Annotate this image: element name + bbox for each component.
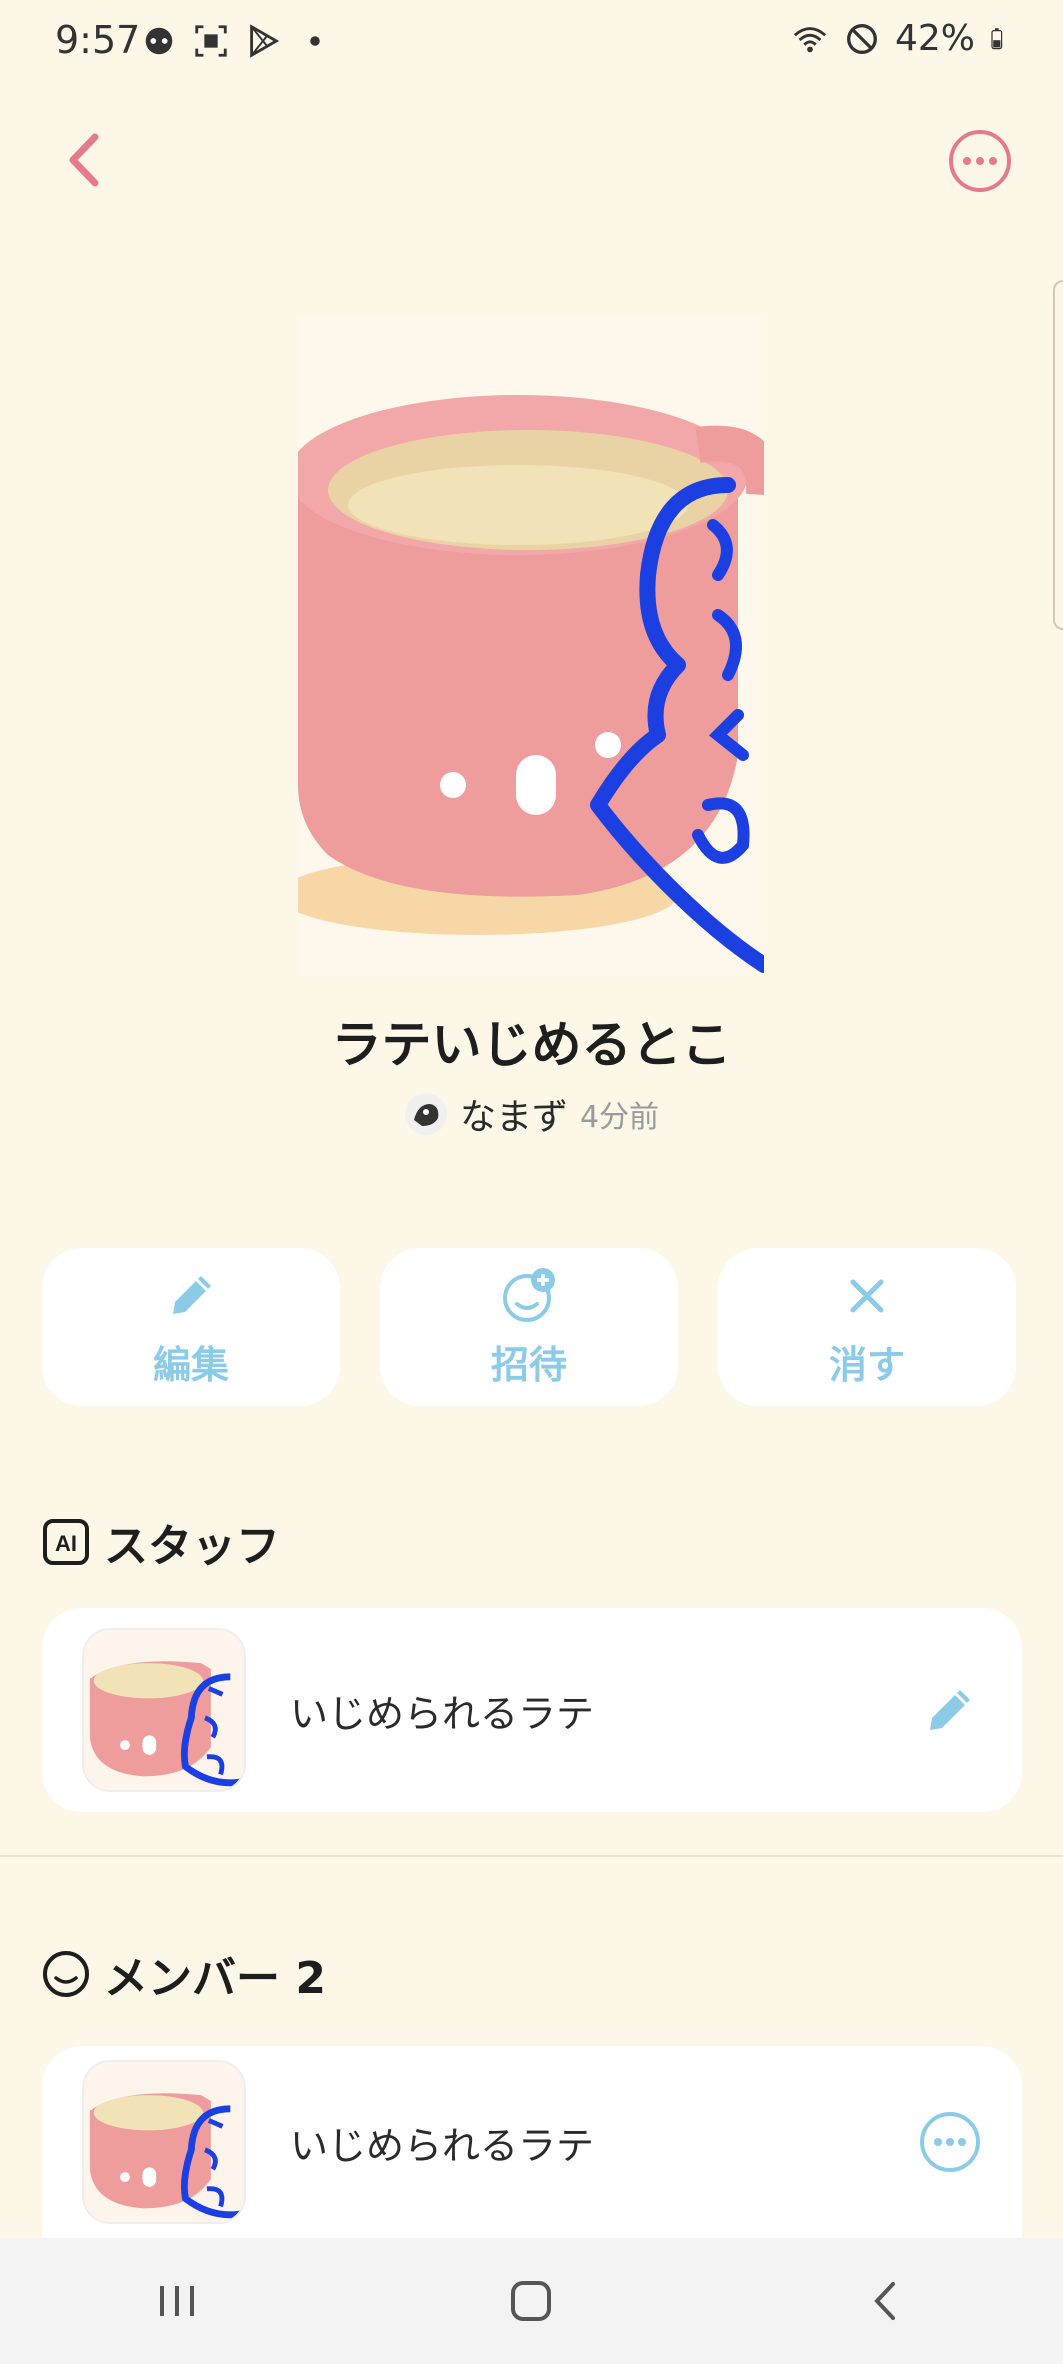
staff-edit-button[interactable] [918,1678,982,1742]
action-buttons: 編集 招待 消す [42,1248,1022,1406]
back-button[interactable] [55,125,115,195]
system-back-button[interactable] [846,2261,926,2341]
home-icon [511,2281,552,2321]
member-more-button[interactable] [918,2110,982,2174]
invite-label: 招待 [490,1342,567,1387]
play-store-icon [250,24,280,58]
battery-percent: 42% [894,18,975,59]
status-icons-left [140,22,334,60]
edit-button[interactable]: 編集 [42,1248,340,1406]
smiley-icon [43,1951,89,1997]
chat-bubble-icon [145,27,173,55]
owner-row: なまず 4分前 [0,1088,1063,1140]
screenshot-icon [195,25,227,57]
do-not-disturb-icon [847,23,877,54]
section-divider [0,1855,1063,1857]
staff-name: いじめられるラテ [290,1691,595,1736]
chat-title: ラテいじめるとこ [331,1016,732,1074]
close-icon [850,1279,884,1312]
owner-timestamp: 4分前 [579,1100,660,1135]
member-avatar [82,2060,246,2224]
status-time: 9:57 [55,18,141,62]
staff-section-title: スタッフ [104,1521,280,1572]
staff-section-header: AI スタッフ [42,1510,280,1574]
scrollbar[interactable] [1053,280,1063,630]
staff-avatar [82,1628,246,1792]
status-bar: 9:57 42% [0,0,1063,90]
wifi-icon [793,26,827,52]
edit-label: 編集 [152,1342,229,1387]
home-button[interactable] [491,2261,571,2341]
members-section-title: メンバー 2 [104,1953,326,2004]
member-name: いじめられるラテ [290,2123,595,2168]
owner-name: なまず [459,1097,568,1138]
owner-avatar [404,1093,447,1135]
dot-icon [310,36,320,46]
delete-button[interactable]: 消す [718,1248,1016,1406]
more-options-button[interactable] [947,128,1013,194]
pencil-icon [173,1275,211,1314]
members-section-header: メンバー 2 [42,1942,326,2006]
staff-card[interactable]: いじめられるラテ [42,1608,1022,1812]
invite-button[interactable]: 招待 [380,1248,678,1406]
status-icons-right: 42% [791,18,1013,59]
recents-icon [160,2286,195,2316]
delete-label: 消す [828,1342,905,1387]
system-nav-bar [0,2238,1063,2364]
ai-badge-icon: AI [43,1519,89,1565]
chat-cover-image[interactable] [298,315,764,975]
battery-icon [991,27,1003,49]
svg-text:AI: AI [55,1531,77,1556]
recents-button[interactable] [137,2261,217,2341]
chat-settings-screen: 9:57 42% ラテいじめるとこ なまず 4分前 編集 招待 消す AI スタ… [0,0,1063,2364]
member-card[interactable]: いじめられるラテ [42,2046,1022,2238]
add-person-icon [503,1267,555,1322]
back-icon [874,2282,895,2320]
